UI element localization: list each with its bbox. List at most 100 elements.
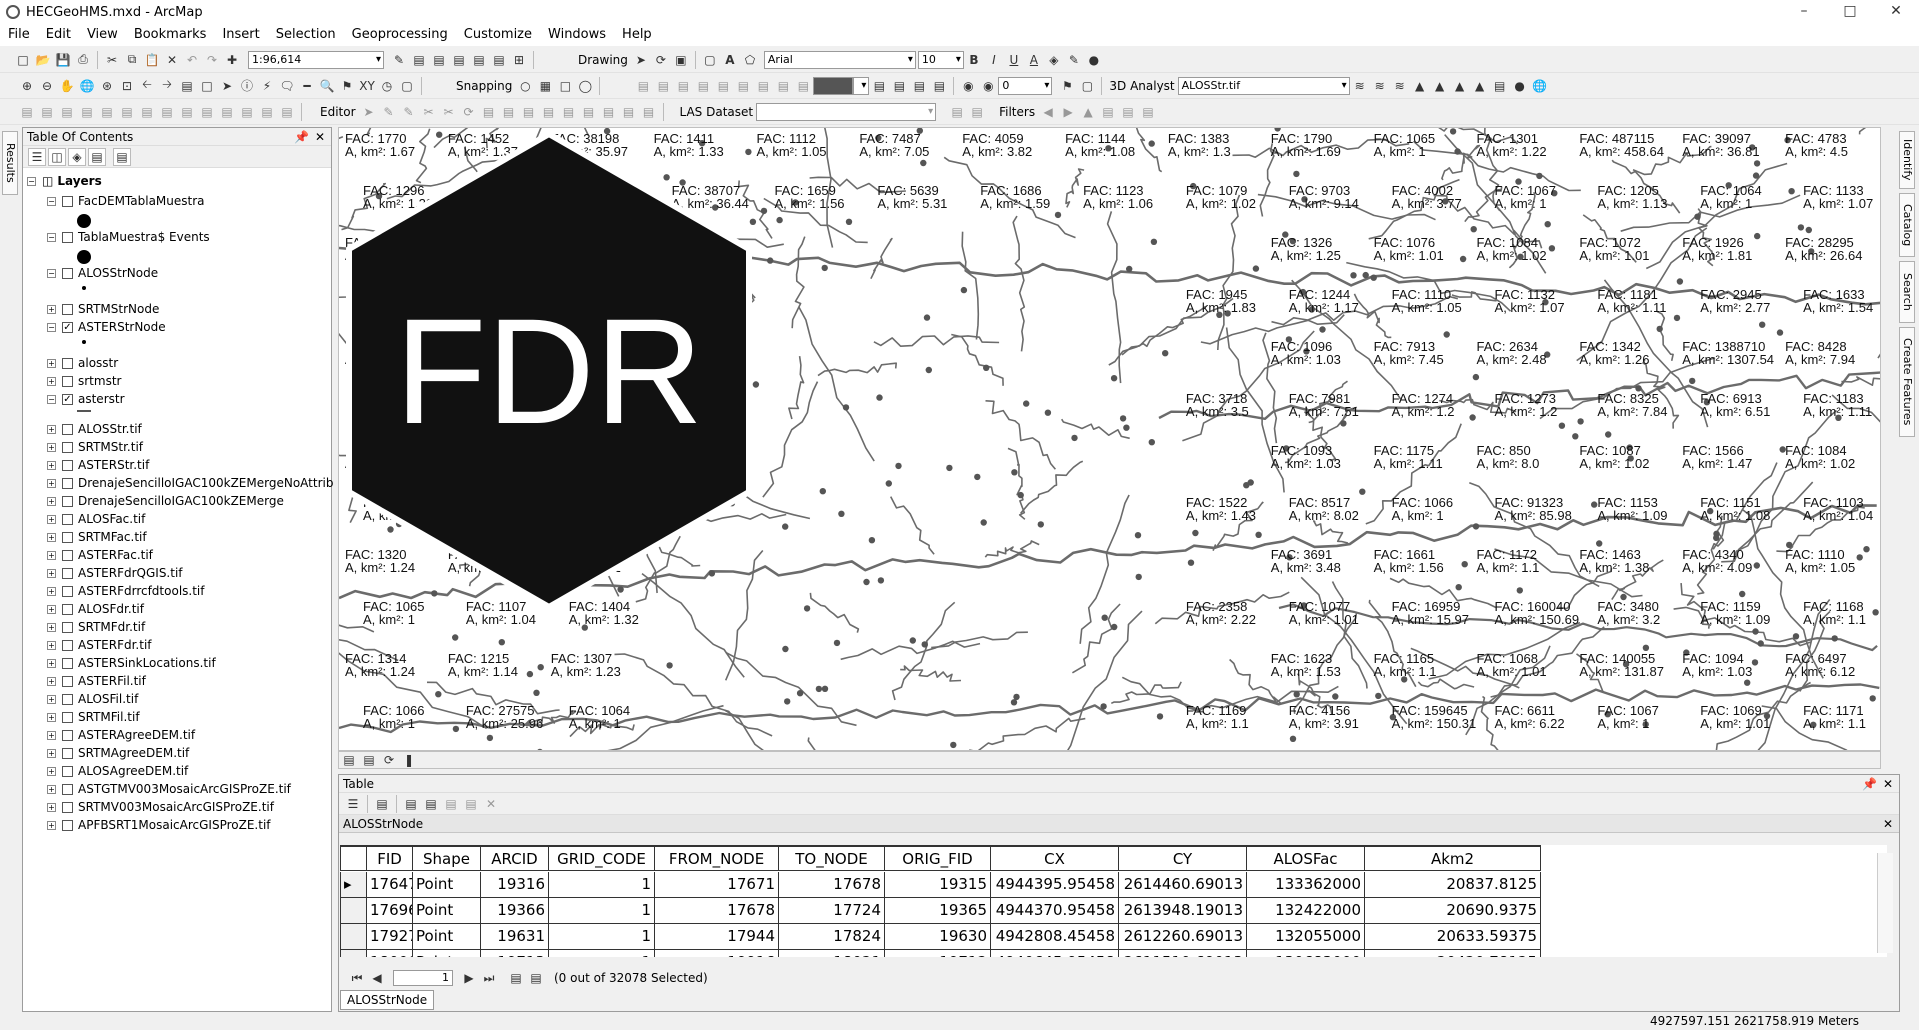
zoom-to-selected-icon[interactable]: ▤ — [462, 795, 480, 813]
layer-item[interactable]: + SRTMStrNode — [47, 301, 159, 317]
edit-vertices-icon[interactable]: ⬠ — [741, 51, 759, 69]
layout4-icon[interactable]: ▤ — [930, 77, 948, 95]
new-icon[interactable]: □ — [14, 51, 32, 69]
arcscene-icon[interactable]: ● — [1511, 77, 1529, 95]
interpolate-line-icon[interactable]: ▲ — [1431, 77, 1449, 95]
layer-item[interactable]: + ASTERFdr.tif — [47, 637, 152, 653]
layer-item[interactable]: + alosstr — [47, 355, 118, 371]
visibility-checkbox[interactable] — [62, 783, 73, 795]
pause-icon[interactable]: ❚ — [400, 751, 418, 769]
search-window-icon[interactable]: ▤ — [450, 51, 468, 69]
html-popup-icon[interactable]: 🗨 — [278, 77, 296, 95]
menu-edit[interactable]: Edit — [38, 24, 79, 46]
rotate-edit-icon[interactable]: ⟳ — [460, 103, 478, 121]
expand-icon[interactable]: + — [47, 820, 56, 830]
undo-icon[interactable]: ↶ — [183, 51, 201, 69]
font-size-combo[interactable]: 10 — [917, 50, 964, 69]
steepest-path-icon[interactable]: ≋ — [1371, 77, 1389, 95]
layer-item[interactable]: + SRTMFil.tif — [47, 709, 140, 725]
collapse-icon[interactable]: − — [47, 394, 56, 404]
underline-icon[interactable]: U — [1005, 51, 1023, 69]
redo-icon[interactable]: ↷ — [203, 51, 221, 69]
expand-icon[interactable]: + — [47, 604, 56, 614]
layer-item[interactable]: + SRTMStr.tif — [47, 439, 143, 455]
line-of-sight-icon[interactable]: ≋ — [1391, 77, 1409, 95]
next-record-icon[interactable]: ▶ — [460, 969, 478, 987]
print-icon[interactable]: ⎙ — [74, 51, 92, 69]
visibility-checkbox[interactable] — [62, 729, 73, 741]
pin-icon[interactable]: 📌 — [294, 128, 309, 146]
edit-tool14-icon[interactable]: ▤ — [278, 103, 296, 121]
layout3-icon[interactable]: ▤ — [910, 77, 928, 95]
edit-tool10-icon[interactable]: ▤ — [198, 103, 216, 121]
collapse-icon[interactable]: − — [47, 268, 56, 278]
font-name-combo[interactable]: Arial — [763, 50, 916, 69]
edit-tool2-icon[interactable]: ▤ — [38, 103, 56, 121]
menu-customize[interactable]: Customize — [456, 24, 540, 46]
fixed-zoom-out-icon[interactable]: ⊡ — [118, 77, 136, 95]
expand-icon[interactable]: + — [47, 514, 56, 524]
las-tool6-icon[interactable]: ▤ — [1099, 103, 1117, 121]
column-header[interactable]: ARCID — [481, 845, 549, 871]
menu-bookmarks[interactable]: Bookmarks — [126, 24, 215, 46]
marker-color-icon[interactable]: ● — [1085, 51, 1103, 69]
3d-analyst-layer-combo[interactable]: ALOSStr.tif — [1177, 76, 1350, 95]
layer-item[interactable]: + ASTERFdrQGIS.tif — [47, 565, 183, 581]
python-icon[interactable]: ▤ — [490, 51, 508, 69]
collapse-icon[interactable]: − — [47, 196, 56, 206]
table-row[interactable]: 17696 Point 19366 1 17678 17724 19365 4944370.9… — [340, 898, 1541, 924]
expand-icon[interactable]: + — [47, 478, 56, 488]
visibility-checkbox[interactable] — [62, 357, 73, 369]
layer-item[interactable]: − FacDEMTablaMuestra — [47, 193, 205, 209]
expand-icon[interactable]: + — [47, 748, 56, 758]
show-all-records-icon[interactable]: ▤ — [507, 969, 525, 987]
layout-view-icon[interactable]: ▤ — [360, 751, 378, 769]
column-header[interactable]: CY — [1119, 845, 1247, 871]
expand-icon[interactable]: + — [47, 550, 56, 560]
show-selected-records-icon[interactable]: ▤ — [527, 969, 545, 987]
list-by-source-icon[interactable]: ◫ — [48, 147, 66, 166]
point-snap-icon[interactable]: ○ — [516, 77, 534, 95]
georef5-icon[interactable]: ▤ — [714, 77, 732, 95]
visibility-checkbox[interactable] — [62, 657, 73, 669]
results-tab[interactable]: Results — [2, 131, 18, 195]
list-by-visibility-icon[interactable]: ◈ — [68, 147, 86, 166]
refresh-icon[interactable]: ⟳ — [380, 751, 398, 769]
layer-item[interactable]: + ASTERAgreeDEM.tif — [47, 727, 195, 743]
las-tool3-icon[interactable]: ◀ — [1039, 103, 1057, 121]
copy-icon[interactable]: ⧉ — [123, 51, 141, 69]
clear-table-selection-icon[interactable]: ▤ — [442, 795, 460, 813]
swipe-icon[interactable]: ▤ — [794, 77, 812, 95]
edit-tool16-icon[interactable]: ▤ — [560, 103, 578, 121]
layer-item[interactable]: + APFBSRT1MosaicArcGISProZE.tif — [47, 817, 271, 833]
reshape-icon[interactable]: ✎ — [400, 103, 418, 121]
rectangle-icon[interactable]: ▢ — [701, 51, 719, 69]
edge-snap-icon[interactable]: ◯ — [576, 77, 594, 95]
expand-icon[interactable]: + — [47, 784, 56, 794]
visibility-checkbox[interactable] — [62, 819, 73, 831]
layout-icon[interactable]: ▤ — [870, 77, 888, 95]
edit-tool12-icon[interactable]: ▤ — [238, 103, 256, 121]
visibility-checkbox[interactable] — [62, 621, 73, 633]
edit-tool20-icon[interactable]: ▤ — [640, 103, 658, 121]
add-data-icon[interactable]: ✚ — [223, 51, 241, 69]
full-extent-icon[interactable]: 🌐 — [78, 77, 96, 95]
arcglobe-icon[interactable]: 🌐 — [1531, 77, 1549, 95]
visibility-checkbox[interactable] — [62, 585, 73, 597]
catalog-icon[interactable]: ▤ — [430, 51, 448, 69]
column-header[interactable]: TO_NODE — [779, 845, 885, 871]
layout2-icon[interactable]: ▤ — [890, 77, 908, 95]
vertex-snap-icon[interactable]: □ — [556, 77, 574, 95]
layer-item[interactable]: − ALOSStrNode — [47, 265, 158, 281]
layers-root[interactable]: − ◫ Layers — [27, 173, 102, 189]
find-route-icon[interactable]: ⚑ — [338, 77, 356, 95]
edit-tool3-icon[interactable]: ▤ — [58, 103, 76, 121]
visibility-checkbox[interactable] — [62, 675, 73, 687]
list-by-drawing-order-icon[interactable]: ☰ — [28, 147, 46, 166]
expand-icon[interactable]: + — [47, 802, 56, 812]
end-snap-icon[interactable]: ▦ — [536, 77, 554, 95]
edit-tool13-icon[interactable]: ▤ — [258, 103, 276, 121]
menu-help[interactable]: Help — [614, 24, 660, 46]
effects-icon[interactable]: ▤ — [734, 77, 752, 95]
pan-icon[interactable]: ✋ — [58, 77, 76, 95]
